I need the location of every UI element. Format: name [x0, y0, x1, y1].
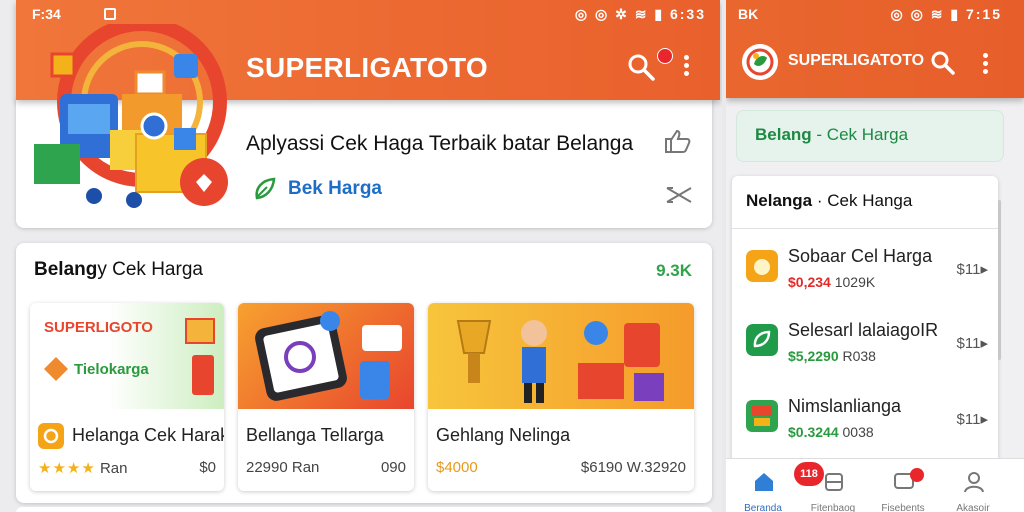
product-meta: $4000 [436, 459, 478, 476]
item-price-main: $5,2290 [788, 348, 839, 364]
product-card[interactable]: Gehlang Nelinga $4000 $6190 W.32920 [428, 303, 694, 491]
right-app-bar: BK ◎ ◎ ≋ ▮ 7:15 SUPERLIGATOTO [726, 0, 1024, 98]
item-price-extra: 0038 [838, 424, 874, 440]
product-price: $6190 W.32920 [580, 459, 686, 476]
right-phone-screen: BK ◎ ◎ ≋ ▮ 7:15 SUPERLIGATOTO Belang - C… [726, 0, 1024, 512]
overflow-menu-icon[interactable] [676, 52, 696, 80]
section-count: 9.3K [656, 261, 692, 280]
list-item[interactable]: Nimslanlianga $0.3244 0038 $11▸ [732, 390, 998, 456]
leaf-app-icon [746, 324, 778, 356]
left-status-bar: F:34 ◎ ◎ ✲ ≋ ▮ 6:33 [16, 4, 720, 26]
item-name: Sobaar Cel Harga [788, 246, 933, 266]
banner-subtitle: Tielokarga [74, 361, 149, 378]
left-phone-screen: F:34 ◎ ◎ ✲ ≋ ▮ 6:33 SUPERLIGATOTO Aplyas… [0, 0, 722, 512]
user-icon [964, 472, 984, 493]
product-card[interactable]: Bellanga Tellarga 22990 Ran 090 [238, 303, 414, 491]
shopper-promo-icon [456, 320, 664, 403]
banner-title: SUPERLIGOTO [44, 319, 153, 336]
chip-label-rest: - Cek Harga [811, 125, 909, 144]
product-image [428, 303, 694, 409]
overflow-menu-icon[interactable] [976, 50, 994, 76]
search-icon[interactable] [930, 50, 956, 76]
right-status-bar: BK ◎ ◎ ≋ ▮ 7:15 [726, 4, 1024, 26]
item-rating: $11▸ [956, 411, 988, 428]
bottom-nav: Beranda Fitenbaog Fisebents Akasoir [726, 458, 1024, 512]
app-title: SUPERLIGATOTO [788, 52, 925, 69]
item-price-extra: R038 [838, 348, 876, 364]
product-price: 090 [380, 459, 406, 476]
scrollbar[interactable] [998, 200, 1001, 360]
hero-check-price-link[interactable]: Bek Harga [252, 176, 382, 202]
item-rating: $11▸ [956, 261, 988, 278]
grid-icon [825, 473, 843, 491]
list-title: Nelanga · Cek Hanga [746, 191, 912, 211]
status-time: F:34 [32, 6, 61, 22]
tab-label: Akasoir [956, 503, 990, 512]
item-name: Nimslanlianga [788, 396, 902, 416]
product-image: SUPERLIGOTO Tielokarga [30, 303, 224, 409]
tab-account[interactable]: Akasoir [938, 465, 1008, 512]
notification-badge [657, 48, 673, 64]
product-name: Helanga Cek Harak [72, 425, 224, 445]
item-price-main: $0.3244 [788, 424, 839, 440]
app-title: SUPERLIGATOTO [246, 52, 488, 83]
tab-favorites[interactable]: Fisebents [868, 465, 938, 512]
store-app-icon [746, 400, 778, 432]
section-title: Belangy Cek Harga [34, 259, 203, 281]
section-title-rest: y Cek Harga [97, 259, 203, 280]
tab-home[interactable]: Beranda [728, 465, 798, 512]
status-icons: ◎ ◎ ≋ ▮ 7:15 [890, 6, 1002, 22]
status-icons: ◎ ◎ ✲ ≋ ▮ 6:33 [574, 6, 706, 22]
product-list-card: Nelanga · Cek Hanga Sobaar Cel Harga $0,… [732, 176, 998, 466]
product-image [238, 303, 414, 409]
thumbs-up-icon[interactable] [662, 128, 692, 154]
item-price-extra: 1029K [830, 274, 876, 290]
item-price-main: $0,234 [788, 274, 831, 290]
product-name: Bellanga Tellarga [246, 425, 384, 445]
product-reviews: Ran [99, 460, 128, 477]
product-meta: 22990 Ran [246, 459, 320, 476]
nav-dot-badge [910, 468, 924, 482]
divider [732, 228, 998, 229]
product-price: $0 [199, 459, 216, 476]
list-title-rest: · Cek Hanga [816, 191, 913, 210]
list-item[interactable]: Sobaar Cel Harga $0,234 1029K $11▸ [732, 240, 998, 306]
tab-label: Fitenbaog [810, 503, 856, 512]
section-title-bold: Belang [34, 259, 98, 280]
price-check-section: Belangy Cek Harga 9.3K SUPERLIGOTO Tielo… [16, 243, 712, 503]
item-rating: $11▸ [956, 335, 988, 352]
search-icon[interactable] [626, 52, 656, 82]
item-price: $0.3244 0038 [788, 424, 874, 440]
list-title-bold: Nelanga [746, 191, 813, 210]
product-name: Gehlang Nelinga [436, 425, 571, 445]
nav-badge: 118 [794, 462, 824, 486]
item-price: $0,234 1029K [788, 274, 875, 290]
hero-title: Aplyassi Cek Haga Terbaik batar Belanga [246, 132, 634, 155]
tablet-promo-icon [255, 311, 402, 401]
category-chip[interactable]: Belang - Cek Harga [736, 110, 1004, 162]
list-item[interactable]: Selesarl lalaiagoIR $5,2290 R038 $11▸ [732, 314, 998, 380]
item-name: Selesarl lalaiagoIR [788, 320, 939, 340]
tab-label: Fisebents [881, 503, 925, 512]
chip-label: Belang - Cek Harga [755, 125, 908, 145]
shopping-illustration [34, 24, 228, 208]
basket-icon [185, 318, 215, 395]
next-card-edge [16, 507, 712, 512]
share-icon[interactable] [664, 184, 694, 206]
home-icon [755, 473, 773, 491]
item-price: $5,2290 R038 [788, 348, 876, 364]
hero-link-label: Bek Harga [288, 178, 382, 199]
leaf-tag-icon [255, 177, 276, 200]
app-logo-icon [742, 44, 778, 80]
product-meta: ★★★★ Ran [38, 459, 128, 477]
chick-app-icon [746, 250, 778, 282]
rating-stars: ★★★★ [38, 460, 96, 477]
chip-label-bold: Belang [755, 125, 812, 144]
product-card[interactable]: SUPERLIGOTO Tielokarga Helanga Cek Harak… [30, 303, 224, 491]
diamond-tag-icon [44, 357, 68, 381]
status-carrier: BK [738, 6, 759, 22]
status-square-icon [104, 8, 116, 20]
tab-label: Beranda [744, 503, 782, 512]
coin-app-icon [38, 423, 64, 449]
